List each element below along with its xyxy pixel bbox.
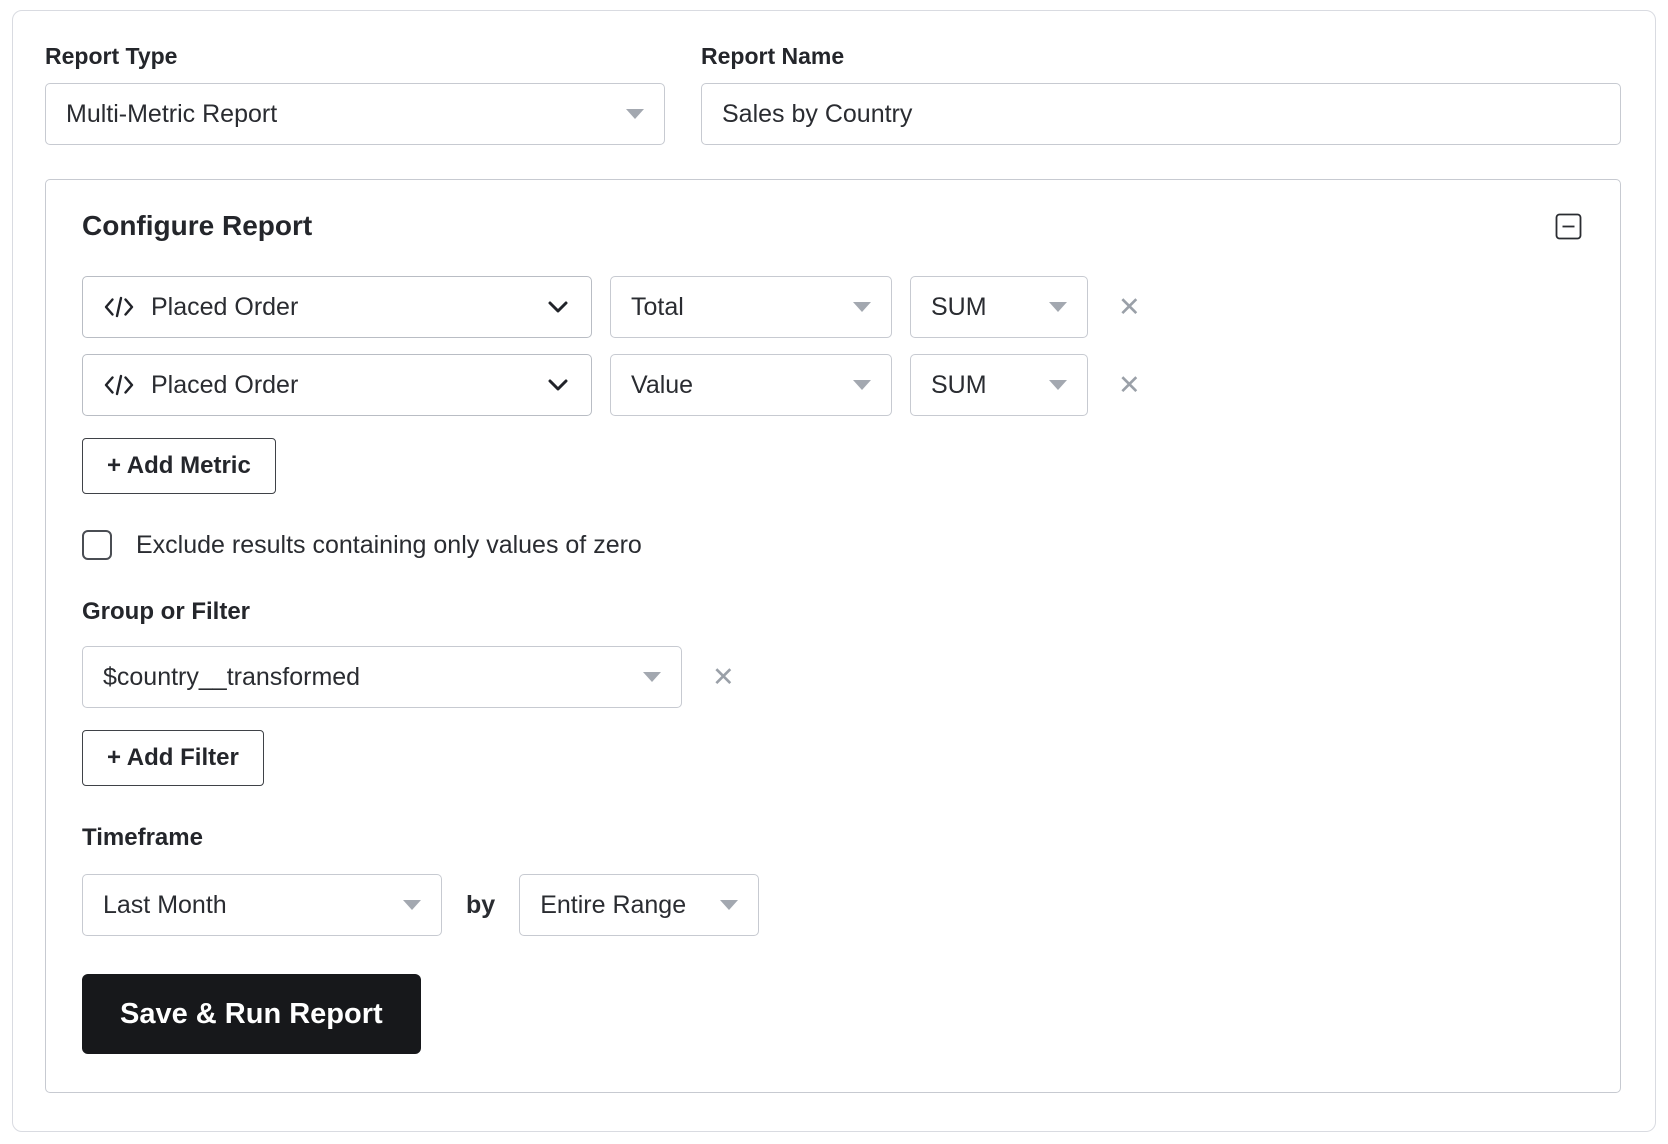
chevron-down-icon [853,380,871,390]
metric-value: Placed Order [151,293,298,322]
report-builder-page: Report Type Multi-Metric Report Report N… [0,0,1668,1144]
chevron-down-icon [403,900,421,910]
metric-select[interactable]: Placed Order [82,354,592,416]
metric-aggregate-select[interactable]: SUM [910,276,1088,338]
metric-aggregate-select[interactable]: SUM [910,354,1088,416]
exclude-zero-label: Exclude results containing only values o… [136,531,642,560]
remove-filter-button[interactable]: ✕ [708,660,739,695]
metric-property-value: Total [631,293,684,322]
chevron-down-icon [545,294,571,320]
group-filter-row: $country__transformed ✕ [82,646,1584,708]
metric-row: Placed Order Value SUM ✕ [82,354,1584,416]
configure-report-header: Configure Report [82,210,1584,242]
remove-metric-button[interactable]: ✕ [1114,368,1145,403]
group-filter-select[interactable]: $country__transformed [82,646,682,708]
save-run-report-button[interactable]: Save & Run Report [82,974,421,1054]
exclude-zero-row: Exclude results containing only values o… [82,530,1584,560]
chevron-down-icon [626,109,644,119]
chevron-down-icon [1049,302,1067,312]
chevron-down-icon [720,900,738,910]
chevron-down-icon [1049,380,1067,390]
group-or-filter-label: Group or Filter [82,598,1584,626]
metric-value: Placed Order [151,371,298,400]
metric-property-select[interactable]: Total [610,276,892,338]
report-type-label: Report Type [45,43,665,70]
timeframe-interval-select[interactable]: Entire Range [519,874,759,936]
chevron-down-icon [643,672,661,682]
report-type-value: Multi-Metric Report [66,100,277,129]
timeframe-row: Last Month by Entire Range [82,874,1584,936]
chevron-down-icon [853,302,871,312]
group-filter-value: $country__transformed [103,663,360,692]
metric-aggregate-value: SUM [931,293,987,322]
report-type-field: Report Type Multi-Metric Report [45,43,665,145]
timeframe-range-select[interactable]: Last Month [82,874,442,936]
add-filter-button[interactable]: + Add Filter [82,730,264,786]
timeframe-range-value: Last Month [103,891,227,920]
metric-property-value: Value [631,371,693,400]
configure-report-panel: Configure Report [45,179,1621,1093]
code-icon [103,372,135,398]
code-icon [103,294,135,320]
report-meta-row: Report Type Multi-Metric Report Report N… [45,43,1621,145]
report-name-label: Report Name [701,43,1621,70]
metric-aggregate-value: SUM [931,371,987,400]
add-metric-button[interactable]: + Add Metric [82,438,276,494]
metric-row: Placed Order Total SUM ✕ [82,276,1584,338]
collapse-panel-button[interactable] [1553,211,1584,242]
report-builder-frame: Report Type Multi-Metric Report Report N… [12,10,1656,1132]
chevron-down-icon [545,372,571,398]
minus-square-icon [1555,213,1582,240]
timeframe-interval-value: Entire Range [540,891,686,920]
report-type-select[interactable]: Multi-Metric Report [45,83,665,145]
remove-metric-button[interactable]: ✕ [1114,290,1145,325]
report-name-field: Report Name [701,43,1621,145]
configure-report-title: Configure Report [82,210,312,242]
timeframe-by-text: by [466,891,495,920]
metric-property-select[interactable]: Value [610,354,892,416]
report-name-input[interactable] [701,83,1621,145]
metric-select[interactable]: Placed Order [82,276,592,338]
timeframe-label: Timeframe [82,824,1584,852]
exclude-zero-checkbox[interactable] [82,530,112,560]
